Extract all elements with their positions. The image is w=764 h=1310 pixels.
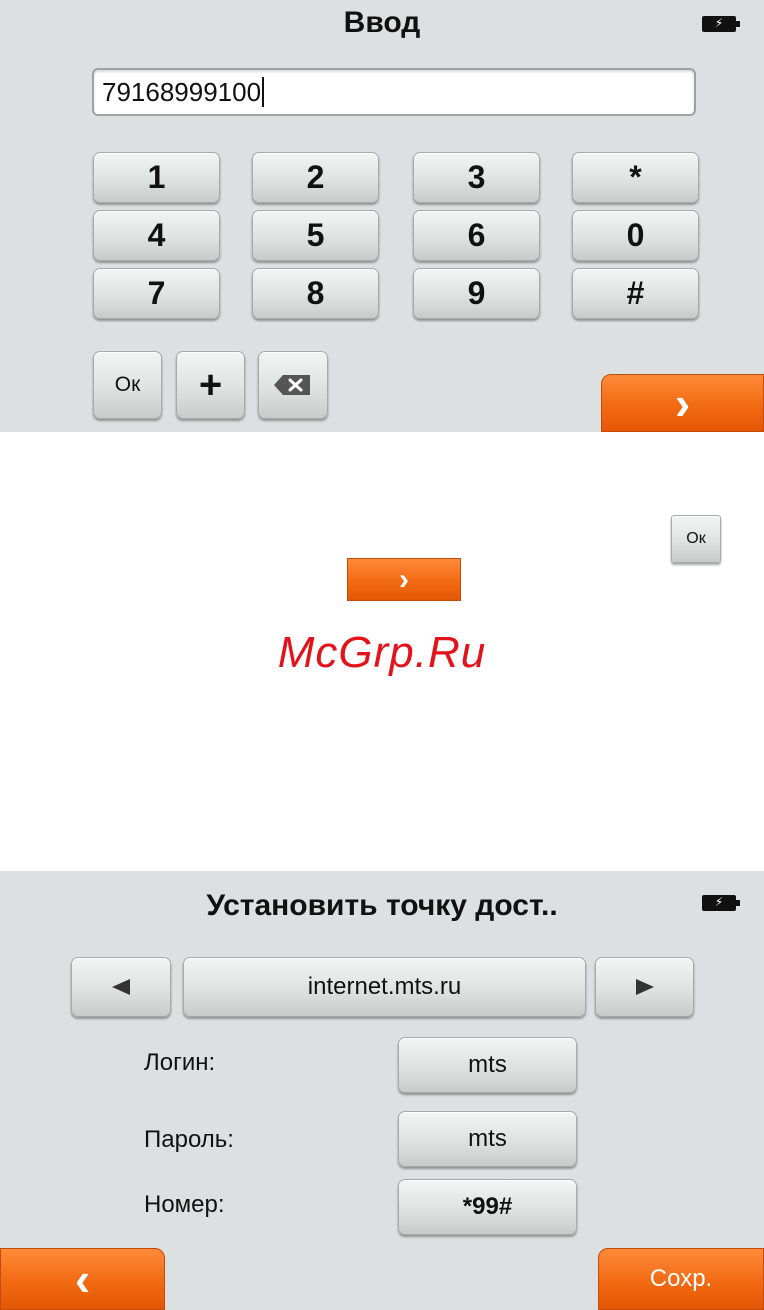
key-1[interactable]: 1 (93, 152, 220, 203)
number-label: Номер: (144, 1191, 225, 1218)
key-6[interactable]: 6 (413, 210, 540, 261)
key-7[interactable]: 7 (93, 268, 220, 319)
key-9[interactable]: 9 (413, 268, 540, 319)
key-0[interactable]: 0 (572, 210, 699, 261)
battery-icon: ⚡ (702, 895, 740, 911)
screen-title: Установить точку дост.. (206, 889, 558, 922)
key-8[interactable]: 8 (252, 268, 379, 319)
screen-title: Ввод (343, 6, 421, 39)
password-field[interactable]: mts (398, 1111, 577, 1167)
ok-button[interactable]: Ок (93, 351, 162, 419)
next-button[interactable]: › (601, 374, 764, 432)
back-button[interactable]: ‹ (0, 1248, 165, 1310)
text-cursor (262, 77, 265, 107)
login-field[interactable]: mts (398, 1037, 577, 1093)
access-point-screen: Установить точку дост.. ⚡ internet.mts.r… (0, 871, 764, 1310)
plus-button[interactable]: + (176, 351, 245, 419)
apn-selector[interactable]: internet.mts.ru (183, 957, 586, 1017)
next-button-legend: › (347, 558, 461, 601)
phone-number-input[interactable]: 79168999100 (92, 68, 696, 116)
key-4[interactable]: 4 (93, 210, 220, 261)
ok-button-legend: Ок (671, 515, 721, 563)
next-apn-button[interactable] (595, 957, 694, 1017)
triangle-right-icon (635, 979, 654, 995)
login-label: Логин: (144, 1049, 216, 1076)
number-field[interactable]: *99# (398, 1179, 577, 1235)
key-2[interactable]: 2 (252, 152, 379, 203)
key-hash[interactable]: # (572, 268, 699, 319)
phone-number-value: 79168999100 (102, 76, 262, 107)
key-5[interactable]: 5 (252, 210, 379, 261)
password-label: Пароль: (144, 1126, 234, 1153)
watermark-text: McGrp.Ru (277, 628, 487, 677)
backspace-icon (274, 375, 310, 395)
battery-icon: ⚡ (702, 16, 740, 32)
prev-apn-button[interactable] (71, 957, 171, 1017)
input-screen: Ввод ⚡ 79168999100 1 2 3 * 4 5 6 0 7 8 9 # Ок + › (0, 0, 764, 432)
key-3[interactable]: 3 (413, 152, 540, 203)
save-button[interactable]: Сохр. (598, 1248, 764, 1310)
backspace-button[interactable] (258, 351, 328, 419)
triangle-left-icon (112, 979, 130, 995)
key-star[interactable]: * (572, 152, 699, 203)
